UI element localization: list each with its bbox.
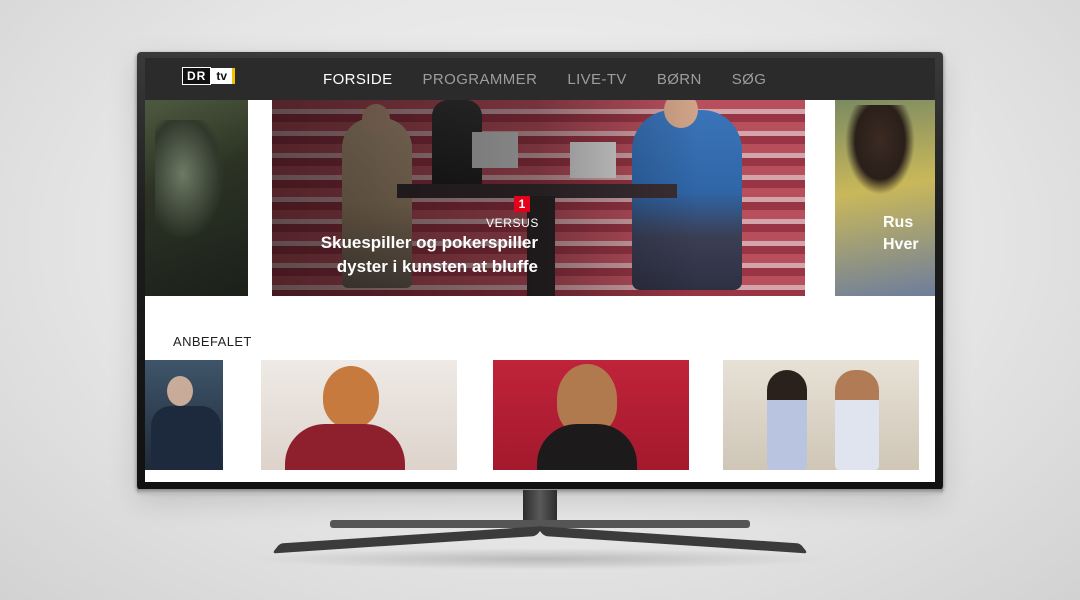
nav-item-sog[interactable]: SØG [732, 71, 767, 88]
nav-item-born[interactable]: BØRN [657, 71, 702, 88]
recommended-thumbnail[interactable] [145, 360, 223, 470]
hero-title-line-1: Skuespiller og pokerspiller [320, 233, 538, 252]
tv-stand-leg-right [536, 526, 808, 554]
nav-menu: FORSIDE PROGRAMMER LIVE-TV BØRN SØG [323, 58, 796, 100]
dr-tv-logo[interactable]: DR tv [182, 67, 236, 85]
tv-stand-base [272, 520, 808, 556]
recommended-thumbnail[interactable] [493, 360, 689, 470]
recommended-thumbnail[interactable] [261, 360, 457, 470]
nav-item-live-tv[interactable]: LIVE-TV [567, 71, 626, 88]
hero-next-thumbnail[interactable]: Rus Hver [835, 100, 935, 296]
logo-dr: DR [182, 67, 212, 85]
tv-screen: DR tv FORSIDE PROGRAMMER LIVE-TV BØRN SØ… [145, 58, 935, 482]
tv-stand-neck [523, 490, 557, 522]
top-navigation: DR tv FORSIDE PROGRAMMER LIVE-TV BØRN SØ… [145, 58, 935, 100]
hero-prev-thumbnail[interactable] [145, 100, 248, 296]
section-title-anbefalet: ANBEFALET [173, 334, 252, 349]
hero-next-title-line-2: Hver [883, 236, 919, 253]
hero-title-line-2: dyster i kunsten at bluffe [336, 257, 538, 276]
hero-next-title-line-1: Rus [883, 214, 914, 231]
tv-bezel: DR tv FORSIDE PROGRAMMER LIVE-TV BØRN SØ… [137, 52, 943, 494]
hero-caption: 1 VERSUS Skuespiller og pokerspiller dys… [272, 195, 542, 278]
recommended-thumbnail[interactable] [723, 360, 919, 470]
hero-program-label: VERSUS [486, 216, 539, 230]
hero-featured-card[interactable]: 1 VERSUS Skuespiller og pokerspiller dys… [272, 100, 805, 296]
nav-item-forside[interactable]: FORSIDE [323, 71, 392, 88]
logo-tv: tv [211, 68, 236, 84]
nav-item-programmer[interactable]: PROGRAMMER [422, 71, 537, 88]
hero-next-caption: Rus Hver [883, 212, 919, 256]
tv-stand-leg-left [272, 526, 544, 554]
channel-badge: 1 [514, 196, 530, 212]
